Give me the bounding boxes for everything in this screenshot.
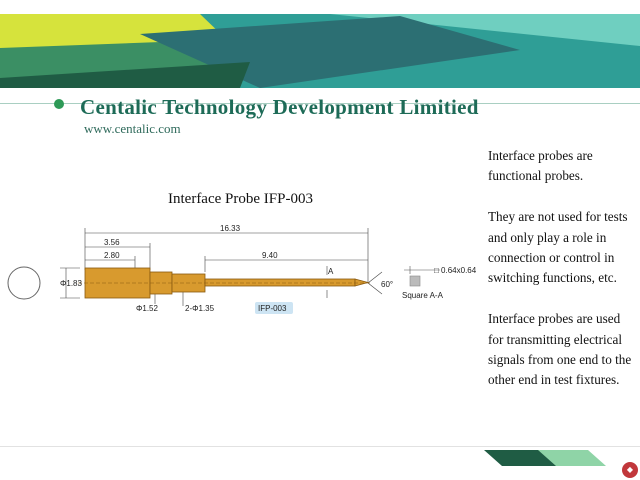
- square-label: Square A-A: [402, 291, 444, 300]
- footer-divider: [0, 446, 640, 447]
- dim-356: 3.56: [104, 238, 120, 247]
- dim-overall: 16.33: [220, 224, 241, 233]
- bullet-dot: [54, 99, 64, 109]
- drawing-title: Interface Probe IFP-003: [168, 191, 313, 207]
- square-size: □ 0.64x0.64: [434, 266, 477, 275]
- dim-940: 9.40: [262, 251, 278, 260]
- dim-d135: 2-Φ1.35: [185, 304, 215, 313]
- watermark-badge: ◆: [622, 462, 638, 478]
- section-marker: A: [328, 267, 334, 276]
- probe-technical-drawing: 16.33 3.56 2.80 9.40 Φ1.83 Φ1.52 2-Φ1.35…: [7, 224, 477, 314]
- description-text: Interface probes are functional probes. …: [488, 146, 636, 411]
- dim-angle: 60°: [381, 280, 393, 289]
- website-link[interactable]: www.centalic.com: [84, 121, 181, 137]
- company-name: Centalic Technology Development Limitied: [80, 95, 479, 119]
- probe-tip: [354, 278, 370, 287]
- part-label: IFP-003: [258, 304, 287, 313]
- footer-decoration: [484, 450, 606, 466]
- dim-280: 2.80: [104, 251, 120, 260]
- dim-d152: Φ1.52: [136, 304, 159, 313]
- square-section: [409, 275, 421, 287]
- description-paragraph: Interface probes are used for transmitti…: [488, 311, 632, 388]
- probe-plunger: [204, 278, 356, 287]
- description-paragraph: Interface probes are functional probes.: [488, 148, 593, 184]
- header-banner: [0, 0, 640, 110]
- dim-d183: Φ1.83: [60, 279, 83, 288]
- end-view-circle: [7, 266, 41, 300]
- description-paragraph: They are not used for tests and only pla…: [488, 209, 628, 286]
